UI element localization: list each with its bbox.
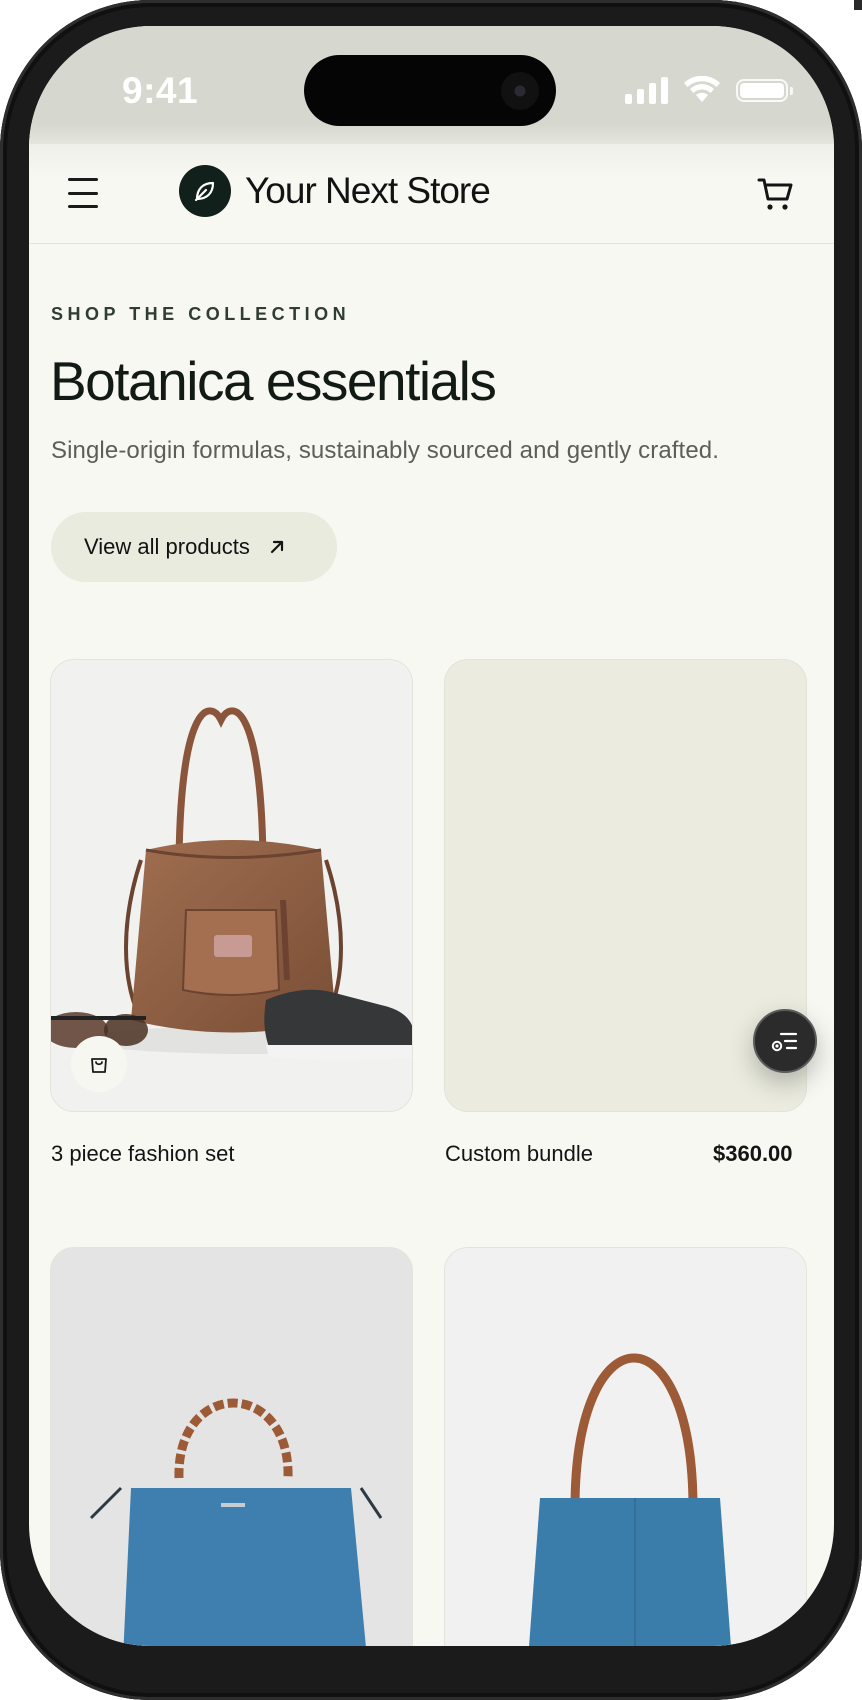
store-name: Your Next Store [245,170,491,211]
section-eyebrow: SHOP THE COLLECTION [51,304,351,324]
product-name[interactable]: Custom bundle [445,1141,593,1167]
site-header: Your Next Store [29,144,834,244]
product-image [445,1248,806,1646]
side-button [854,0,862,10]
view-all-products-label: View all products [84,534,250,559]
product-card-image[interactable] [444,1247,807,1646]
product-name[interactable]: 3 piece fashion set [51,1141,234,1167]
filter-list-icon [771,1032,798,1052]
screen: 9:41 Your Next Store SHOP THE COLLECTION… [29,26,834,1646]
arrow-up-right-icon [270,540,284,554]
menu-icon [68,178,98,181]
camera-icon [501,72,539,110]
filter-fab-button[interactable] [753,1009,817,1073]
status-time: 9:41 [122,70,199,111]
leaf-icon [179,165,231,217]
phone-frame: 9:41 Your Next Store SHOP THE COLLECTION… [0,0,862,1700]
battery-icon [736,78,793,102]
page-title: Botanica essentials [50,350,497,412]
product-image [51,1248,412,1646]
store-logo-link[interactable]: Your Next Store [179,165,491,217]
product-price: $360.00 [713,1141,793,1166]
status-icons [625,76,793,104]
page-subtitle: Single-origin formulas, sustainably sour… [51,437,719,464]
menu-button[interactable] [63,178,103,208]
add-to-cart-button[interactable] [71,1036,127,1092]
view-all-products-button[interactable]: View all products [51,512,337,582]
product-card-image[interactable] [50,1247,413,1646]
product-card-image[interactable] [50,659,413,1112]
cart-icon [757,178,793,210]
shopping-bag-icon [91,1058,107,1073]
cart-button[interactable] [756,174,796,214]
dynamic-island [304,55,556,126]
cellular-signal-icon [625,76,668,104]
wifi-icon [684,76,720,102]
